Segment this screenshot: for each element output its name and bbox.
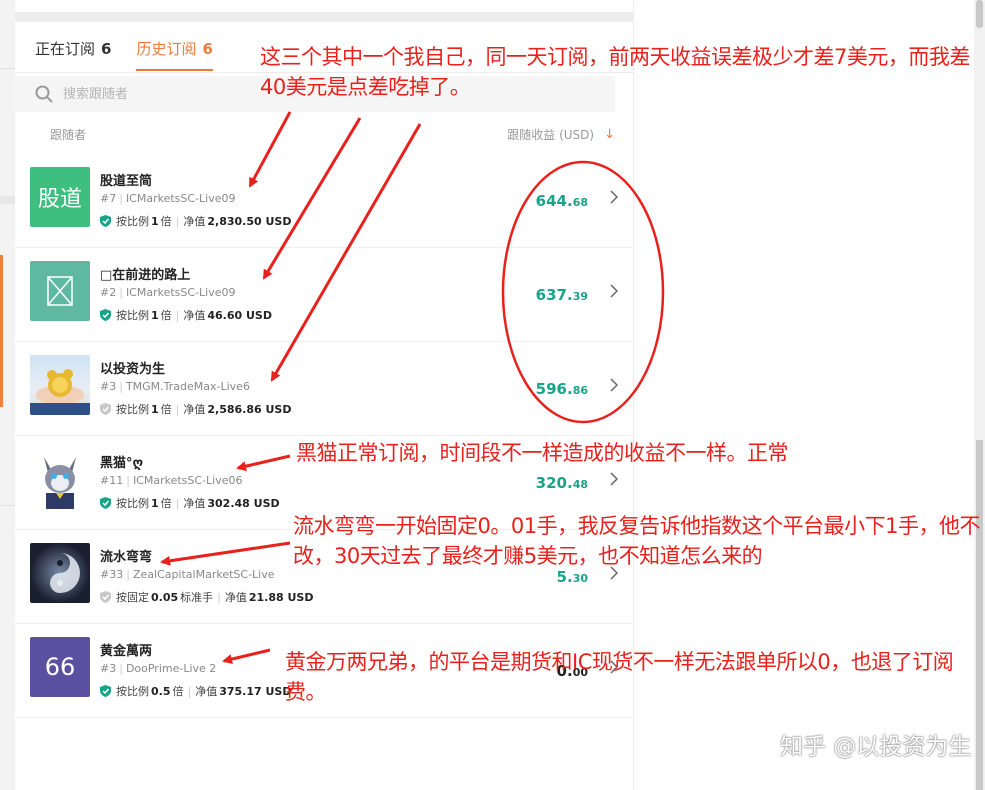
tab-history-subscriptions[interactable]: 历史订阅 6 xyxy=(136,38,213,71)
follower-row[interactable]: 以投资为生 #3 | TMGM.TradeMax-Live6 按比例 1 倍 | 净值 2,5… xyxy=(15,342,633,436)
avatar xyxy=(30,543,90,603)
annotation-text-black-cat: 黑猫正常订阅，时间段不一样造成的收益不一样。正常 xyxy=(296,441,789,465)
chevron-right-icon[interactable] xyxy=(610,190,618,204)
follower-name: □在前进的路上 xyxy=(100,268,191,283)
follower-profit: 320.48 xyxy=(535,474,588,492)
column-header-follower: 跟随者 xyxy=(50,128,87,142)
follower-meta: 按比例 1 倍 | 净值 2,586.86 USD xyxy=(100,401,293,417)
cat-avatar-icon xyxy=(44,457,76,509)
tab-label: 正在订阅 xyxy=(35,40,96,58)
follower-name: 黄金萬两 xyxy=(100,644,153,659)
follower-name: 黑猫°ღ xyxy=(100,456,144,471)
follower-name: 以投资为生 xyxy=(100,362,166,377)
chevron-right-icon[interactable] xyxy=(610,284,618,298)
follower-row[interactable]: □在前进的路上 #2 | ICMarketsSC-Live09 按比例 1 倍 | 净值 46… xyxy=(15,248,633,342)
follower-name: 流水弯弯 xyxy=(100,550,153,565)
annotation-text-liushui: 流水弯弯一开始固定0。01手，我反复告诉他指数这个平台最小下1手，他不改，30天… xyxy=(293,514,980,568)
follower-broker: #3 | DooPrime-Live 2 xyxy=(100,662,217,675)
verified-shield-icon xyxy=(100,497,111,509)
search-icon xyxy=(35,85,53,103)
follower-profit: 644.68 xyxy=(535,192,588,210)
column-header-profit-label: 跟随收益 (USD) xyxy=(507,128,595,142)
swirl-avatar-icon xyxy=(50,553,80,593)
tab-label: 历史订阅 xyxy=(136,40,197,58)
verified-shield-icon xyxy=(100,309,111,321)
unverified-shield-icon xyxy=(100,403,111,415)
tab-count: 6 xyxy=(202,40,213,58)
follower-profit: 596.86 xyxy=(535,380,588,398)
follower-name: 股道至简 xyxy=(100,174,153,189)
subscription-tabs: 正在订阅 6 历史订阅 6 xyxy=(35,38,213,71)
annotation-text-top: 这三个其中一个我自己，同一天订阅，前两天收益误差极少才差7美元，而我差40美元是… xyxy=(260,45,970,99)
tab-count: 6 xyxy=(101,40,112,58)
follower-meta: 按比例 1 倍 | 净值 46.60 USD xyxy=(100,307,274,323)
avatar xyxy=(30,261,90,321)
tab-current-subscriptions[interactable]: 正在订阅 6 xyxy=(35,38,111,71)
placeholder-image-icon xyxy=(47,276,73,306)
unverified-shield-icon xyxy=(100,591,111,603)
avatar: 66 xyxy=(30,637,90,697)
follower-profit: 637.39 xyxy=(535,286,588,304)
watermark-text: 知乎 @以投资为生 xyxy=(780,734,972,760)
column-header-profit[interactable]: 跟随收益 (USD) ↓ xyxy=(507,126,615,143)
arrow-down-icon[interactable]: ↓ xyxy=(604,127,615,142)
verified-shield-icon xyxy=(100,215,111,227)
follower-meta: 按固定 0.05 标准手 | 净值 21.88 USD xyxy=(100,589,315,605)
scrollbar-thumb-lower[interactable] xyxy=(976,440,983,790)
avatar xyxy=(30,449,90,509)
chevron-right-icon[interactable] xyxy=(610,472,618,486)
chevron-right-icon[interactable] xyxy=(610,378,618,392)
scrollbar-thumb[interactable] xyxy=(976,0,983,28)
avatar: 股道 xyxy=(30,167,90,227)
follower-row[interactable]: 股道 股道至简 #7 | ICMarketsSC-Live09 按比例 1 倍 | 净值 2,… xyxy=(15,154,633,248)
gold-coins-avatar-icon xyxy=(30,369,90,415)
panel-top-bar xyxy=(15,12,633,22)
annotation-text-gold: 黄金万两兄弟，的平台是期货和IC现货不一样无法跟单所以0，也退了订阅费。 xyxy=(285,650,954,704)
follower-meta: 按比例 0.5 倍 | 净值 375.17 USD xyxy=(100,683,293,699)
follower-broker: #33 | ZealCapitalMarketSC-Live xyxy=(100,568,275,581)
follower-meta: 按比例 1 倍 | 净值 302.48 USD xyxy=(100,495,282,511)
follower-broker: #7 | ICMarketsSC-Live09 xyxy=(100,192,236,205)
verified-shield-icon xyxy=(100,685,111,697)
follower-meta: 按比例 1 倍 | 净值 2,830.50 USD xyxy=(100,213,293,229)
follower-broker: #3 | TMGM.TradeMax-Live6 xyxy=(100,380,250,393)
avatar xyxy=(30,355,90,415)
follower-broker: #11 | ICMarketsSC-Live06 xyxy=(100,474,243,487)
follower-broker: #2 | ICMarketsSC-Live09 xyxy=(100,286,236,299)
background-left-strip xyxy=(0,0,15,790)
